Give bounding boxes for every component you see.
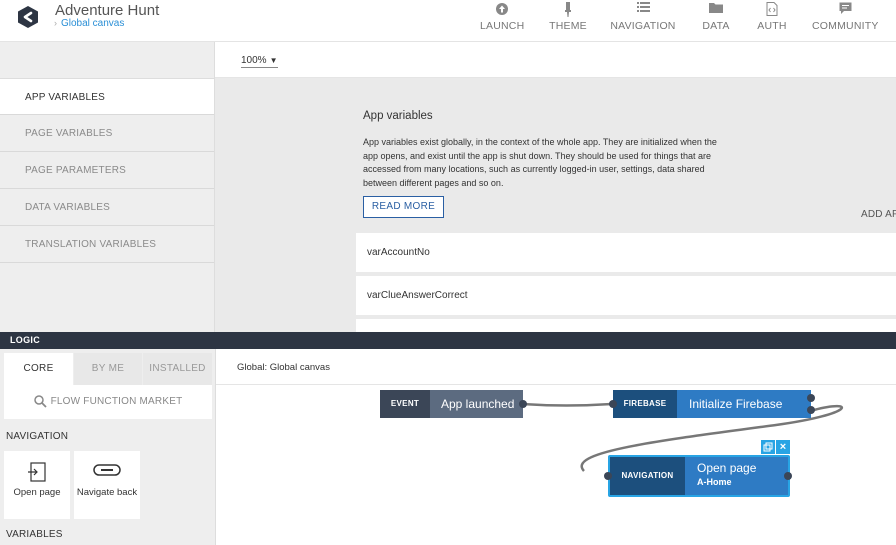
wire-event-to-firebase bbox=[521, 402, 613, 407]
output-port[interactable] bbox=[807, 406, 815, 414]
palette-tabs: CORE BY ME INSTALLED bbox=[4, 353, 212, 385]
block-navigate-back-label: Navigate back bbox=[76, 487, 138, 498]
sidebar-item-app-variables[interactable]: APP VARIABLES bbox=[0, 78, 214, 115]
app-variables-view: App variables App variables exist global… bbox=[215, 78, 896, 332]
event-node-label: App launched bbox=[430, 390, 523, 418]
caret-down-icon: ▼ bbox=[269, 56, 278, 65]
input-port[interactable] bbox=[604, 472, 612, 480]
navigation-node-open-page[interactable]: NAVIGATION Open page A-Home bbox=[604, 455, 792, 497]
variable-row[interactable]: varAccountNo bbox=[356, 233, 896, 272]
community-chat-icon bbox=[812, 0, 878, 18]
duplicate-node-button[interactable] bbox=[761, 440, 775, 454]
section-navigation-heading: NAVIGATION bbox=[6, 431, 69, 442]
nav-auth-label: AUTH bbox=[757, 20, 787, 32]
nav-navigation-label: NAVIGATION bbox=[610, 20, 676, 32]
sidebar-item-translation-variables[interactable]: TRANSLATION VARIABLES bbox=[0, 226, 214, 263]
tab-core[interactable]: CORE bbox=[4, 353, 73, 385]
nav-theme[interactable]: THEME bbox=[548, 0, 588, 42]
navigation-node-body: Open page A-Home bbox=[685, 457, 788, 495]
navigation-node-tag: NAVIGATION bbox=[610, 457, 685, 495]
page-title: App variables bbox=[363, 110, 433, 122]
app-logo-icon[interactable] bbox=[16, 5, 40, 29]
canvas-toolbar: 100% ▼ bbox=[215, 42, 896, 78]
navigation-list-icon bbox=[610, 0, 676, 18]
open-page-icon bbox=[4, 451, 70, 487]
nav-data-label: DATA bbox=[702, 20, 730, 32]
input-port[interactable] bbox=[609, 400, 617, 408]
canvas-name: Global canvas bbox=[61, 18, 125, 29]
navigate-back-icon bbox=[74, 451, 140, 487]
logic-canvas[interactable]: Global: Global canvas EVENT App launched… bbox=[216, 349, 896, 545]
output-port[interactable] bbox=[784, 472, 792, 480]
variable-row-partial[interactable] bbox=[356, 319, 896, 332]
variable-row[interactable]: varClueAnswerCorrect bbox=[356, 276, 896, 315]
event-node-app-launched[interactable]: EVENT App launched bbox=[380, 390, 527, 418]
block-navigate-back[interactable]: Navigate back bbox=[74, 451, 140, 519]
zoom-select[interactable]: 100% ▼ bbox=[241, 55, 278, 68]
flow-wires bbox=[521, 402, 844, 472]
firebase-node-initialize[interactable]: FIREBASE Initialize Firebase bbox=[609, 390, 815, 418]
section-variables-heading: VARIABLES bbox=[6, 529, 63, 540]
market-label: FLOW FUNCTION MARKET bbox=[50, 396, 183, 407]
nav-auth[interactable]: AUTH bbox=[756, 0, 788, 42]
block-open-page[interactable]: Open page bbox=[4, 451, 70, 519]
close-icon: × bbox=[779, 441, 787, 453]
block-open-page-label: Open page bbox=[13, 487, 61, 498]
launch-icon bbox=[480, 0, 524, 18]
theme-brush-icon bbox=[548, 0, 588, 18]
search-icon bbox=[33, 395, 47, 408]
navigation-node-page: A-Home bbox=[697, 477, 732, 487]
nav-data[interactable]: DATA bbox=[700, 0, 732, 42]
data-folder-icon bbox=[700, 0, 732, 18]
navigation-node-label: Open page bbox=[697, 461, 757, 475]
description-text: App variables exist globally, in the con… bbox=[363, 137, 717, 188]
flow-function-palette: CORE BY ME INSTALLED FLOW FUNCTION MARKE… bbox=[0, 349, 216, 545]
variables-sidebar: APP VARIABLES PAGE VARIABLES PAGE PARAME… bbox=[0, 42, 215, 332]
nav-launch[interactable]: LAUNCH bbox=[480, 0, 524, 42]
top-bar: Adventure Hunt › Global canvas LAUNCH THE… bbox=[0, 0, 896, 42]
nav-community-label: COMMUNITY bbox=[812, 20, 879, 32]
chevron-right-icon: › bbox=[54, 18, 57, 28]
nav-community[interactable]: COMMUNITY bbox=[812, 0, 878, 42]
firebase-node-tag: FIREBASE bbox=[613, 390, 677, 418]
sidebar-item-page-parameters[interactable]: PAGE PARAMETERS bbox=[0, 152, 214, 189]
nav-launch-label: LAUNCH bbox=[480, 20, 525, 32]
nav-navigation[interactable]: NAVIGATION bbox=[610, 0, 676, 42]
firebase-node-label: Initialize Firebase bbox=[677, 390, 811, 418]
zoom-value: 100% bbox=[241, 55, 267, 66]
output-port[interactable] bbox=[519, 400, 527, 408]
add-variable-button[interactable]: ADD AF bbox=[861, 209, 896, 220]
read-more-button[interactable]: READ MORE bbox=[363, 196, 444, 218]
sidebar-item-page-variables[interactable]: PAGE VARIABLES bbox=[0, 115, 214, 152]
event-node-tag: EVENT bbox=[380, 390, 430, 418]
flow-function-market-button[interactable]: FLOW FUNCTION MARKET bbox=[4, 385, 212, 419]
auth-icon bbox=[756, 0, 788, 18]
app-name[interactable]: Adventure Hunt bbox=[55, 2, 159, 19]
tab-installed[interactable]: INSTALLED bbox=[143, 353, 212, 385]
nav-theme-label: THEME bbox=[549, 20, 587, 32]
tab-by-me[interactable]: BY ME bbox=[74, 353, 142, 385]
sidebar-item-data-variables[interactable]: DATA VARIABLES bbox=[0, 189, 214, 226]
delete-node-button[interactable]: × bbox=[776, 440, 790, 454]
duplicate-icon bbox=[763, 442, 773, 452]
output-port[interactable] bbox=[807, 394, 815, 402]
logic-panel-header[interactable]: LOGIC bbox=[0, 332, 896, 349]
canvas-breadcrumb[interactable]: › Global canvas bbox=[54, 18, 124, 29]
